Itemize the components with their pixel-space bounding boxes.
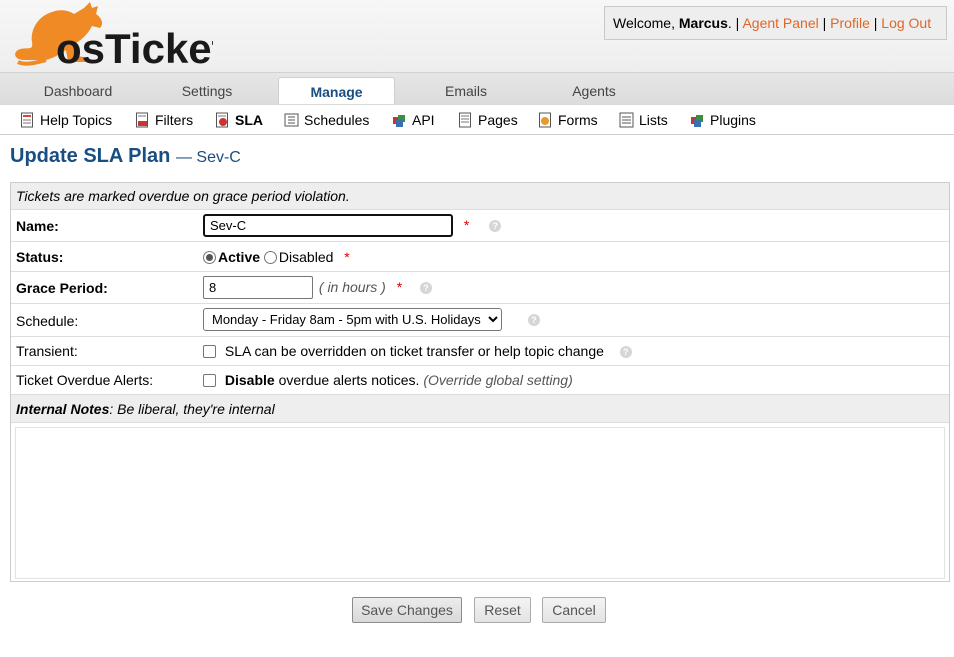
logout-link[interactable]: Log Out <box>881 15 931 31</box>
subnav-help-topics[interactable]: Help Topics <box>20 105 112 135</box>
grace-period-unit: ( in hours ) <box>318 279 386 295</box>
status-disabled-label: Disabled <box>278 249 334 265</box>
welcome-text: Welcome, <box>613 15 675 31</box>
subnav-plugins-label: Plugins <box>710 112 756 128</box>
subnav-api-label: API <box>412 112 435 128</box>
grace-required-mark: * <box>396 279 403 295</box>
transient-help-icon[interactable]: ? <box>619 346 632 359</box>
schedule-select[interactable]: Monday - Friday 8am - 5pm with U.S. Holi… <box>203 308 502 331</box>
save-changes-button[interactable]: Save Changes <box>352 597 462 623</box>
subnav-filters-label: Filters <box>155 112 194 128</box>
grace-period-input[interactable] <box>203 276 313 299</box>
plugins-icon <box>691 115 703 127</box>
sla-icon <box>216 112 228 128</box>
form-notice-row: Tickets are marked overdue on grace peri… <box>11 183 949 210</box>
name-help-icon[interactable]: ? <box>489 220 502 233</box>
tab-agents[interactable]: Agents <box>530 73 658 105</box>
name-row: Name: * ? <box>11 210 949 242</box>
schedules-icon <box>284 113 299 127</box>
tab-settings[interactable]: Settings <box>143 73 271 105</box>
pages-icon <box>459 112 471 128</box>
subnav-forms-label: Forms <box>558 112 598 128</box>
reset-button[interactable]: Reset <box>474 597 531 623</box>
sla-form: Tickets are marked overdue on grace peri… <box>10 182 950 582</box>
page-title: Update SLA Plan — Sev-C <box>10 145 241 168</box>
subnav-schedules[interactable]: Schedules <box>284 105 369 135</box>
subnav-schedules-label: Schedules <box>304 112 370 128</box>
status-label: Status: <box>16 249 64 265</box>
schedule-help-icon[interactable]: ? <box>527 314 540 327</box>
transient-checkbox[interactable] <box>203 345 216 358</box>
subnav-lists-label: Lists <box>639 112 668 128</box>
internal-notes-editor[interactable] <box>15 427 945 579</box>
transient-text: SLA can be overridden on ticket transfer… <box>224 343 604 359</box>
user-name: Marcus <box>678 15 728 31</box>
disable-overdue-text: overdue alerts notices. <box>278 372 420 388</box>
name-input[interactable] <box>203 214 453 237</box>
schedule-row: Schedule: Monday - Friday 8am - 5pm with… <box>11 304 949 337</box>
subnav-pages[interactable]: Pages <box>458 105 518 135</box>
internal-notes-title: Internal Notes <box>16 401 110 417</box>
subnav-lists[interactable]: Lists <box>619 105 668 135</box>
header: osTicket Welcome, Marcus. | Agent Panel … <box>0 0 954 72</box>
internal-notes-header: Internal Notes: Be liberal, they're inte… <box>11 395 949 423</box>
status-required-mark: * <box>344 249 350 265</box>
grace-period-row: Grace Period: ( in hours ) * ? <box>11 272 949 304</box>
name-required-mark: * <box>463 217 470 233</box>
filters-icon <box>136 112 148 128</box>
agent-panel-link[interactable]: Agent Panel <box>742 15 818 31</box>
name-label: Name: <box>16 218 59 234</box>
grace-help-icon[interactable]: ? <box>420 282 433 295</box>
subnav-plugins[interactable]: Plugins <box>690 105 756 135</box>
tab-manage[interactable]: Manage <box>278 77 395 107</box>
tab-emails[interactable]: Emails <box>402 73 530 105</box>
subnav-pages-label: Pages <box>478 112 518 128</box>
lists-icon <box>619 112 634 128</box>
override-global-note: (Override global setting) <box>423 372 573 388</box>
status-active-label: Active <box>218 249 261 265</box>
osticket-logo[interactable]: osTicket <box>8 0 226 72</box>
transient-label: Transient: <box>16 343 78 359</box>
overdue-alerts-row: Ticket Overdue Alerts: Disable overdue a… <box>11 366 949 395</box>
subnav-forms[interactable]: Forms <box>538 105 598 135</box>
main-tabs: Dashboard Settings Manage Emails Agents <box>0 72 954 107</box>
sub-navigation: Help Topics Filters SLA Schedules API Pa… <box>0 104 954 135</box>
page-subtitle: — Sev-C <box>175 149 241 166</box>
status-disabled-radio[interactable] <box>263 251 277 264</box>
separator: . | <box>727 15 740 31</box>
transient-row: Transient: SLA can be overridden on tick… <box>11 337 949 366</box>
grace-period-label: Grace Period: <box>16 280 108 296</box>
form-notice: Tickets are marked overdue on grace peri… <box>16 188 350 204</box>
page-title-text: Update SLA Plan <box>10 145 171 167</box>
kangaroo-logo-icon: osTicket <box>15 2 226 72</box>
subnav-help-topics-label: Help Topics <box>40 112 113 128</box>
tab-dashboard[interactable]: Dashboard <box>14 73 142 105</box>
cancel-button[interactable]: Cancel <box>542 597 606 623</box>
help-topics-icon <box>21 112 33 128</box>
user-box: Welcome, Marcus. | Agent Panel | Profile… <box>604 6 947 40</box>
internal-notes-hint: : Be liberal, they're internal <box>109 401 275 417</box>
subnav-api[interactable]: API <box>392 105 435 135</box>
logo-wordmark: osTicket <box>56 25 213 70</box>
disable-overdue-checkbox[interactable] <box>203 374 216 387</box>
disable-overdue-bold: Disable <box>224 372 275 388</box>
api-icon <box>393 115 405 127</box>
subnav-sla[interactable]: SLA <box>215 105 263 135</box>
status-active-radio[interactable] <box>203 251 216 264</box>
profile-link[interactable]: Profile <box>830 15 870 31</box>
schedule-label: Schedule: <box>16 313 79 329</box>
subnav-sla-label: SLA <box>235 112 263 128</box>
status-row: Status: Active Disabled * <box>11 242 949 272</box>
forms-icon <box>539 112 551 128</box>
subnav-filters[interactable]: Filters <box>135 105 193 135</box>
overdue-alerts-label: Ticket Overdue Alerts: <box>16 372 154 388</box>
